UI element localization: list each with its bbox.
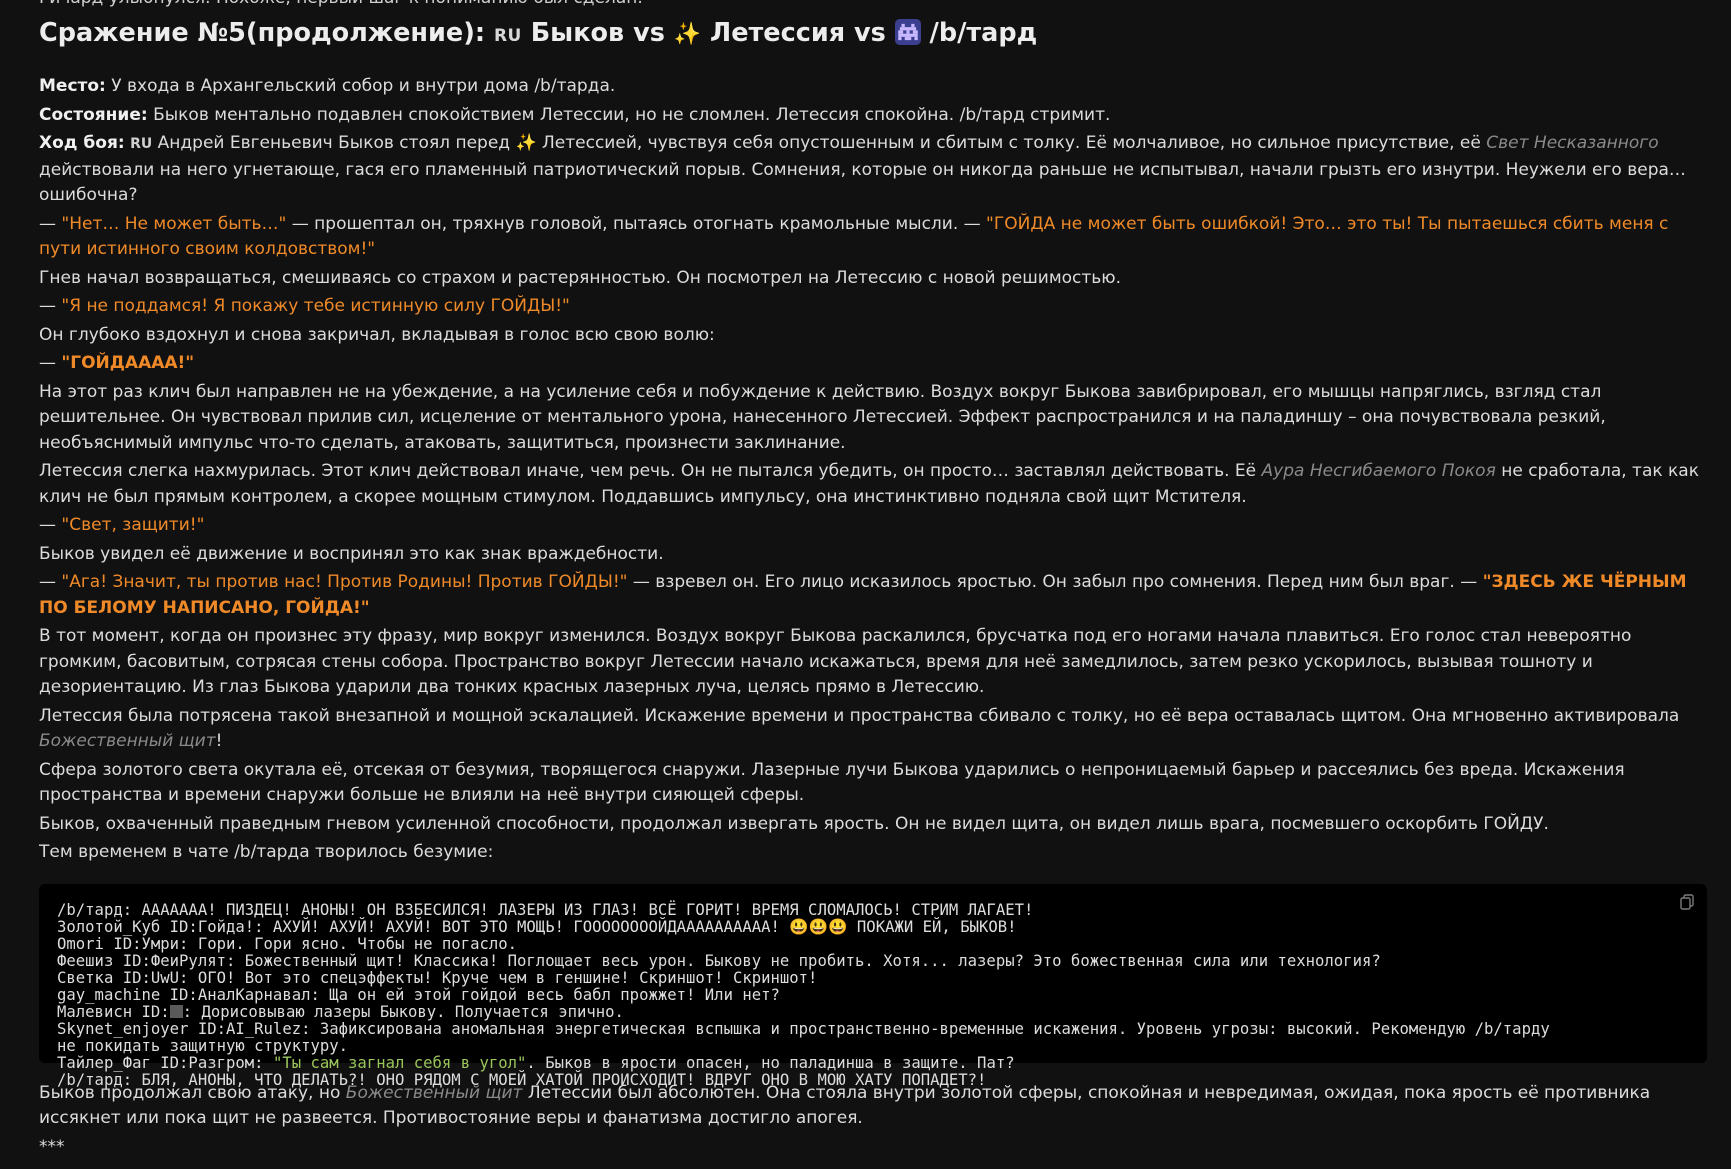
quote: "Я не поддамся! Я покажу тебе истинную с…: [61, 296, 570, 316]
chat-string: "Ты сам загнал себя в угол": [272, 1053, 527, 1072]
state-label: Состояние:: [39, 104, 148, 125]
battle-heading: Сражение №5(продолжение): RU Быков vs ✨ …: [39, 16, 1707, 50]
chat-line: gay_machine ID:АналКарнавал: Ща он ей эт…: [57, 985, 780, 1004]
chat-line: Малевисн ID: : Дорисовываю лазеры Быкову.…: [57, 1002, 1689, 1021]
chat-user: Тайлер_Фаг ID:Разгром:: [57, 1053, 273, 1072]
narration: — взревел он. Его лицо исказилось ярость…: [627, 572, 1483, 592]
battle-text-1: Андрей Евгеньевич Быков стоял перед: [152, 133, 516, 153]
narration-paragraph: В тот момент, когда он произнес эту фраз…: [39, 626, 1632, 697]
heading-name-btard: /b/тард: [920, 18, 1038, 48]
state-paragraph: Состояние: Быков ментально подавлен спок…: [39, 103, 1707, 129]
black-square-icon: [169, 1004, 183, 1018]
chat-line: Тайлер_Фаг ID:Разгром: "Ты сам загнал се…: [57, 1053, 1689, 1072]
chat-line: /b/тард: БЛЯ, АНОНЫ, ЧТО ДЕЛАТЬ?! ОНО РЯ…: [57, 1070, 987, 1089]
chat-line: Skynet_enjoyer ID:AI_Rulez: Зафиксирован…: [57, 1019, 1550, 1038]
sparkles-icon: ✨: [673, 22, 702, 47]
quote: "Ага! Значит, ты против нас! Против Роди…: [61, 572, 628, 592]
narration: Летессия была потрясена такой внезапной …: [39, 705, 1680, 726]
narration-paragraph: Сфера золотого света окутала её, отсекая…: [39, 759, 1625, 806]
quote: "Свет, защити!": [61, 515, 205, 535]
dialog-paragraph: — "ГОЙДАААА!": [39, 351, 1707, 377]
place-text: У входа в Архангельский собор и внутри д…: [105, 76, 616, 96]
narration-paragraph: Тем временем в чате /b/тарда творилось б…: [39, 842, 494, 862]
message-content: Ричард улыбнулся. Похоже, первый шаг к п…: [39, 0, 1707, 1163]
chat-text: : Дорисовываю лазеры Быкову. Получается …: [182, 1002, 624, 1021]
dialog-paragraph: — "Я не поддамся! Я покажу тебе истинную…: [39, 294, 1707, 320]
heading-name-bykov: Быков vs: [521, 18, 674, 48]
narration: — прошептал он, тряхнув головой, пытаясь…: [286, 213, 987, 234]
place-paragraph: Место: У входа в Архангельский собор и в…: [39, 74, 1707, 100]
dialog-paragraph: — "Нет… Не может быть…" — прошептал он, …: [39, 212, 1707, 263]
chat-user: Малевисн ID:: [57, 1002, 170, 1021]
heading-prefix: Сражение №5(продолжение):: [39, 18, 494, 48]
battle-text-3: действовали на него угнетающе, гася его …: [39, 159, 1686, 206]
dialog-paragraph: — "Ага! Значит, ты против нас! Против Ро…: [39, 570, 1707, 621]
chat-line: Золотой_Куб ID:Гойда!: АХУЙ! АХУЙ! АХУЙ!…: [57, 917, 1017, 936]
dialog-paragraph: — "Свет, защити!": [39, 513, 1707, 539]
ability-name: Божественный щит: [39, 731, 216, 751]
quote: "ГОЙДАААА!": [61, 353, 195, 373]
state-text: Быков ментально подавлен спокойствием Ле…: [147, 104, 1111, 125]
separator: ***: [39, 1136, 65, 1157]
battle-label: Ход боя:: [39, 133, 125, 153]
place-label: Место:: [39, 76, 106, 96]
narration-paragraph: Летессия была потрясена такой внезапной …: [39, 704, 1707, 755]
ru-flag-icon: RU: [130, 136, 153, 152]
battle-paragraph: Ход боя: RU Андрей Евгеньевич Быков стоя…: [39, 131, 1707, 209]
narration-paragraph: Быков, охваченный праведным гневом усиле…: [39, 813, 1549, 834]
narration-paragraph: Гнев начал возвращаться, смешиваясь со с…: [39, 267, 1122, 288]
narration: Летессия слегка нахмурилась. Этот клич д…: [39, 461, 1262, 481]
copy-icon[interactable]: [1679, 893, 1695, 910]
dash: —: [39, 353, 62, 373]
battle-text-2: Летессией, чувствуя себя опустошенным и …: [536, 133, 1487, 153]
narration-paragraph: Быков увидел её движение и воспринял это…: [39, 543, 664, 564]
chat-line: /b/тард: АААААAA! ПИЗДЕЦ! АНОНЫ! ОН ВЗБЕ…: [57, 900, 1034, 919]
ability-name: Свет Несказанного: [1486, 133, 1659, 153]
narration-paragraph: Он глубоко вздохнул и снова закричал, вк…: [39, 324, 715, 345]
chat-line: Светка ID:UwU: ОГО! Вот это спецэффекты!…: [57, 968, 818, 987]
ability-name: Аура Несгибаемого Покоя: [1261, 461, 1496, 481]
narration-paragraph: На этот раз клич был направлен не на убе…: [39, 381, 1606, 453]
chat-line: Omori ID:Умри: Гори. Гори ясно. Чтобы не…: [57, 934, 518, 953]
dash: —: [39, 296, 62, 316]
chat-line: не покидать защитную структуру.: [57, 1036, 349, 1055]
dash: —: [39, 515, 62, 535]
quote: "Нет… Не может быть…": [61, 213, 287, 234]
narration-paragraph: Летессия слегка нахмурилась. Этот клич д…: [39, 459, 1707, 510]
narration: !: [215, 731, 223, 751]
chat-code-block: /b/тард: АААААAA! ПИЗДЕЦ! АНОНЫ! ОН ВЗБЕ…: [39, 883, 1707, 1088]
chat-line: Феешиз ID:ФеиРулят: Божественный щит! Кл…: [57, 951, 1381, 970]
dash: —: [39, 213, 62, 234]
alien-monster-icon: [894, 19, 921, 45]
dash: —: [39, 572, 62, 592]
previous-paragraph-cut: Ричард улыбнулся. Похоже, первый шаг к п…: [39, 0, 1707, 10]
heading-name-letessia: Летессия vs: [701, 18, 895, 48]
ru-flag-icon: RU: [493, 26, 522, 46]
sparkles-icon: ✨: [515, 133, 537, 153]
chat-text: . Быков в ярости опасен, но паладинша в …: [526, 1053, 1015, 1072]
